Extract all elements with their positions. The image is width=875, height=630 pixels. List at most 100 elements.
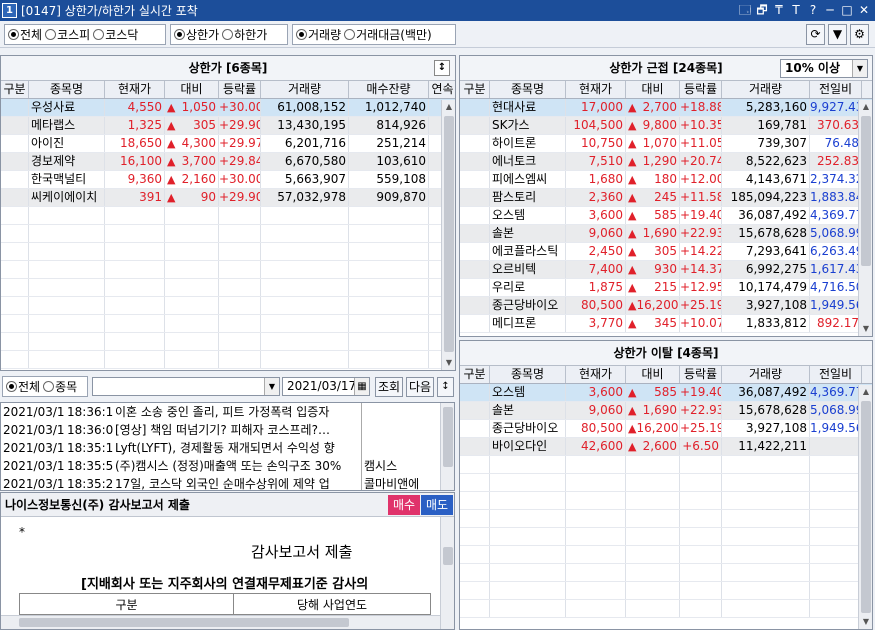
near-scrollbar[interactable]: ▲ ▼ [858, 100, 872, 336]
pin-icon[interactable]: ₸ [772, 2, 786, 18]
radio-sort-volume[interactable]: 거래량 [296, 26, 341, 43]
table-row[interactable]: 종근당바이오 80,500 ▲ 16,200 +25.19 3,927,108 1,949.… [460, 297, 872, 315]
table-row[interactable] [1, 261, 455, 279]
news-item[interactable]: 2021/03/1718:36:09[영상] 책임 떠넘기기? 피해자 코스프레… [1, 421, 454, 439]
table-row[interactable] [460, 528, 872, 546]
table-row[interactable]: 메타랩스1,325▲305+29.9013,430,195814,9261 [1, 117, 455, 135]
table-row[interactable]: 오스템 3,600 ▲ 585 +19.40 36,087,492 4,369.77 [460, 207, 872, 225]
doc-vscrollbar[interactable] [440, 517, 454, 629]
table-row[interactable]: 우리로 1,875 ▲ 215 +12.95 10,174,479 4,716.50 [460, 279, 872, 297]
table-row[interactable] [460, 564, 872, 582]
refresh-button[interactable]: ⟳ [806, 24, 825, 45]
table-row[interactable]: 메디프론 3,770 ▲ 345 +10.07 1,833,812 892.17 [460, 315, 872, 333]
copy-window-icon[interactable]: 🗗 [755, 2, 769, 18]
table-row[interactable]: 아이진18,650▲4,300+29.976,201,716251,2141 [1, 135, 455, 153]
radio-news-all[interactable]: 전체 [6, 378, 40, 395]
sell-button[interactable]: 매도 [421, 495, 453, 515]
radio-market-kospi[interactable]: 코스피 [45, 26, 90, 43]
table-row[interactable]: 오르비텍 7,400 ▲ 930 +14.37 6,992,275 1,617.43 [460, 261, 872, 279]
table-row[interactable] [1, 315, 455, 333]
table-row[interactable]: SK가스 104,500 ▲ 9,800 +10.35 169,781 370.63 [460, 117, 872, 135]
help-icon[interactable]: ? [806, 2, 820, 18]
table-row[interactable] [1, 225, 455, 243]
link-window-icon[interactable]: 🗔 [738, 2, 752, 18]
table-row[interactable] [460, 492, 872, 510]
table-row[interactable]: 피에스엠씨 1,680 ▲ 180 +12.00 4,143,671 2,374.32 [460, 171, 872, 189]
table-row[interactable] [1, 333, 455, 351]
table-row[interactable]: 솔본 9,060 ▲ 1,690 +22.93 15,678,628 5,068.99 [460, 225, 872, 243]
cell-2 [105, 261, 165, 278]
cell-6 [810, 564, 862, 581]
table-row[interactable]: 에코플라스틱 2,450 ▲ 305 +14.22 7,293,641 6,263.49 [460, 243, 872, 261]
radio-sort-amount[interactable]: 거래대금(백만) [344, 26, 432, 43]
news-scrollbar[interactable] [440, 403, 454, 490]
scroll-up-icon[interactable]: ▲ [442, 100, 455, 114]
table-row[interactable]: 한국맥널티9,360▲2,160+30.005,663,907559,1081 [1, 171, 455, 189]
table-row[interactable] [1, 297, 455, 315]
calendar-icon[interactable]: ▦ [354, 378, 369, 395]
table-row[interactable] [460, 456, 872, 474]
sort-toggle-button[interactable]: ↕ [434, 60, 450, 76]
table-row[interactable] [1, 351, 455, 369]
threshold-select[interactable]: 10% 이상 ▼ [780, 59, 868, 78]
radio-lower-limit[interactable]: 하한가 [222, 26, 267, 43]
news-next-button[interactable]: 다음 [406, 377, 434, 397]
scroll-up-icon[interactable]: ▲ [859, 100, 872, 114]
leave-scrollbar[interactable]: ▲ ▼ [858, 385, 872, 629]
news-stock-select[interactable]: ▼ [92, 377, 280, 396]
scroll-down-icon[interactable]: ▼ [859, 322, 872, 336]
table-row[interactable]: 종근당바이오 80,500 ▲ 16,200 +25.19 3,927,108 1,949.… [460, 420, 872, 438]
news-time: 18:36:10 [67, 405, 113, 419]
table-row[interactable]: 팜스토리 2,360 ▲ 245 +11.58 185,094,223 1,883.84 [460, 189, 872, 207]
news-item[interactable]: 2021/03/1718:35:52(주)캠시스 (정정)매출액 또는 손익구조… [1, 457, 454, 475]
settings-button[interactable]: ⚙ [850, 24, 869, 45]
table-row[interactable]: 하이트론 10,750 ▲ 1,070 +11.05 739,307 76.48 [460, 135, 872, 153]
table-row[interactable] [460, 474, 872, 492]
table-row[interactable]: 우성사료 4,550 ▲ 1,050 +30.00 61,008,152 1,012,740… [1, 99, 455, 117]
maximize-icon[interactable]: □ [840, 2, 854, 18]
table-row[interactable]: 에너토크 7,510 ▲ 1,290 +20.74 8,522,623 252.83 [460, 153, 872, 171]
upper-scrollbar[interactable]: ▲ ▼ [441, 100, 455, 370]
news-search-button[interactable]: 조회 [375, 377, 403, 397]
table-row[interactable] [1, 207, 455, 225]
arrow-up-icon: ▲ [167, 119, 176, 132]
scroll-up-icon[interactable]: ▲ [859, 385, 872, 399]
scroll-thumb[interactable] [443, 547, 453, 565]
radio-market-kosdaq[interactable]: 코스닥 [93, 26, 138, 43]
table-row[interactable]: 경보제약16,100▲3,700+29.846,670,580103,6101 [1, 153, 455, 171]
radio-market-all[interactable]: 전체 [8, 26, 42, 43]
cell-5 [261, 261, 349, 278]
table-row[interactable] [460, 600, 872, 618]
news-item[interactable]: 2021/03/1718:36:10이혼 소송 중인 졸리, 피트 가정폭력 입… [1, 403, 454, 421]
news-date-input[interactable]: 2021/03/17 ▦ [282, 377, 370, 396]
table-row[interactable] [460, 510, 872, 528]
news-toggle-button[interactable]: ↕ [437, 377, 454, 397]
table-row[interactable]: 현대사료 17,000 ▲ 2,700 +18.88 5,283,160 9,927.43 [460, 99, 872, 117]
dropdown-button[interactable]: ▼ [828, 24, 847, 45]
buy-button[interactable]: 매수 [388, 495, 420, 515]
news-item[interactable]: 2021/03/1718:35:18Lyft(LYFT), 경제활동 재개되면서… [1, 439, 454, 457]
table-row[interactable]: 바이오다인 42,600 ▲ 2,600 +6.50 11,422,211 [460, 438, 872, 456]
table-row[interactable]: 솔본 9,060 ▲ 1,690 +22.93 15,678,628 5,068.99 [460, 402, 872, 420]
scroll-thumb[interactable] [861, 401, 871, 613]
radio-upper-limit[interactable]: 상한가 [174, 26, 219, 43]
table-row[interactable]: 씨케이에이치391▲90+29.9057,032,978909,8701 [1, 189, 455, 207]
radio-news-stock[interactable]: 종목 [43, 378, 77, 395]
scroll-down-icon[interactable]: ▼ [442, 356, 455, 370]
radio-dot [222, 29, 234, 40]
scroll-thumb[interactable] [443, 407, 453, 467]
font-icon[interactable]: T [789, 2, 803, 18]
scroll-thumb[interactable] [444, 116, 454, 352]
doc-hscrollbar[interactable] [1, 615, 442, 629]
table-row[interactable] [460, 546, 872, 564]
close-icon[interactable]: ✕ [857, 2, 871, 18]
scroll-thumb[interactable] [19, 618, 349, 627]
news-item[interactable]: 2021/03/1718:35:2217일, 코스닥 외국인 순매수상위에 제약… [1, 475, 454, 490]
table-row[interactable] [460, 582, 872, 600]
scroll-thumb[interactable] [861, 116, 871, 266]
table-row[interactable] [1, 243, 455, 261]
minimize-icon[interactable]: ─ [823, 2, 837, 18]
table-row[interactable] [1, 279, 455, 297]
scroll-down-icon[interactable]: ▼ [859, 615, 872, 629]
table-row[interactable]: 오스템 3,600 ▲ 585 +19.40 36,087,492 4,369.77 [460, 384, 872, 402]
